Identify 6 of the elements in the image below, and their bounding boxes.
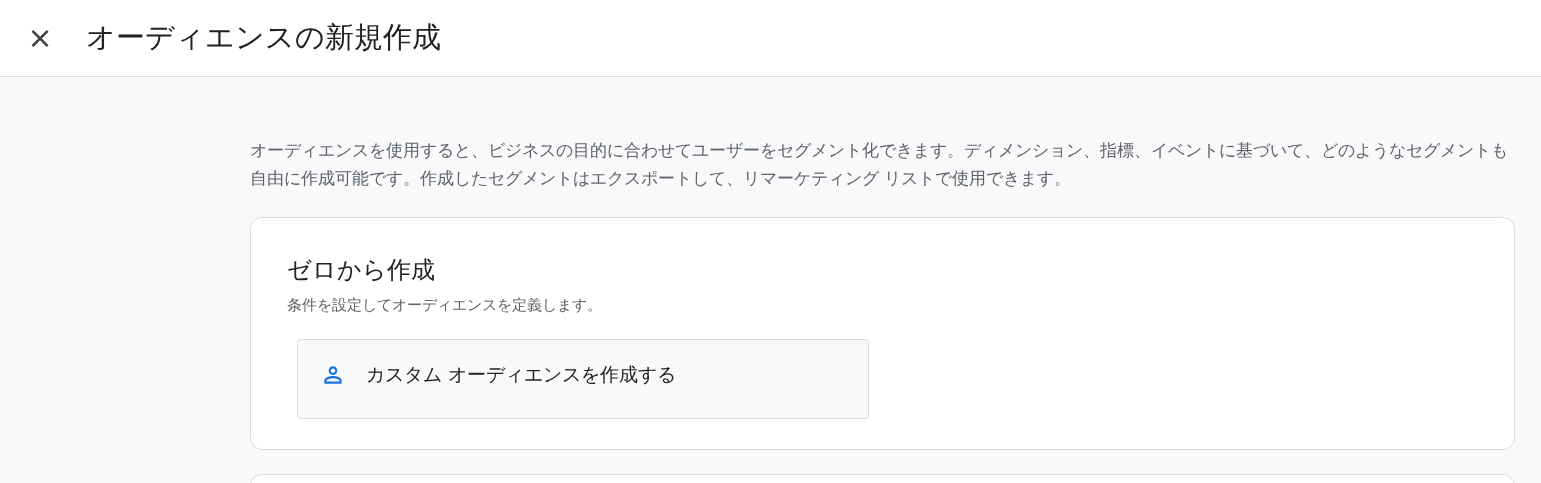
card-subtitle: 条件を設定してオーディエンスを定義します。 bbox=[287, 296, 603, 315]
card-title: ゼロから作成 bbox=[287, 255, 436, 286]
description-text: オーディエンスを使用すると、ビジネスの目的に合わせてユーザーをセグメント化できます。ディメンション、指標、イベントに基づいて、どのようなセグメントも自由に作成可能です。作成したセグメントはエクスポートして、リマーケティング リストで使用できます。 bbox=[250, 140, 1509, 190]
create-audience-button[interactable]: カスタム オーディエンスを作成する bbox=[297, 339, 869, 419]
page-title: オーディエンスの新規作成 bbox=[86, 19, 441, 56]
close-button[interactable]: × bbox=[24, 22, 56, 54]
